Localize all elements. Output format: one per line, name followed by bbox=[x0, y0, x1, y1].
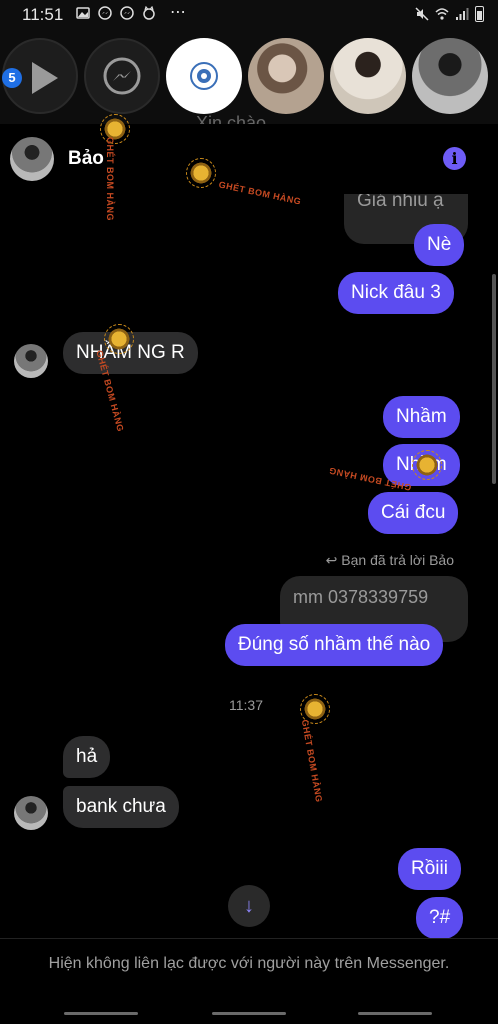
nav-handle bbox=[64, 1012, 138, 1015]
messenger-chat-head[interactable] bbox=[84, 38, 160, 114]
outgoing-message[interactable]: Đúng số nhầm thế nào bbox=[225, 624, 444, 666]
messenger-icon bbox=[103, 57, 141, 95]
reply-arrow-icon: ↩ bbox=[325, 552, 342, 568]
messenger-notification-icon bbox=[120, 6, 134, 20]
nav-handle bbox=[358, 1012, 432, 1015]
arrow-down-icon: ↓ bbox=[244, 895, 254, 917]
contact-avatar[interactable] bbox=[14, 796, 48, 830]
system-icons bbox=[415, 6, 484, 22]
chat-heads-row: 5 bbox=[0, 30, 498, 124]
nav-handle bbox=[212, 1012, 286, 1015]
outgoing-message[interactable]: Rồiii bbox=[398, 848, 461, 890]
reply-note-text: Bạn đã trả lời Bảo bbox=[341, 552, 454, 568]
contact-avatar[interactable] bbox=[10, 137, 54, 181]
play-icon bbox=[32, 62, 58, 94]
status-time: 11:51 bbox=[22, 5, 64, 24]
contact-chat-head[interactable] bbox=[248, 38, 324, 114]
scrollbar[interactable] bbox=[492, 274, 496, 484]
message-timestamp: 11:37 bbox=[229, 697, 263, 713]
notification-icons: ⋯ bbox=[76, 4, 186, 21]
outgoing-message[interactable]: Nè bbox=[414, 224, 465, 266]
incoming-message[interactable]: bank chưa bbox=[63, 786, 179, 828]
brand-chat-head[interactable] bbox=[166, 38, 242, 114]
chat-header: Bảo i bbox=[0, 124, 498, 194]
unread-badge: 5 bbox=[2, 68, 22, 88]
outgoing-message[interactable]: Nhầm bbox=[383, 444, 460, 486]
contact-chat-head[interactable] bbox=[330, 38, 406, 114]
messenger-notification-icon bbox=[98, 6, 112, 20]
brand-logo-icon bbox=[190, 62, 218, 90]
outgoing-message[interactable]: Nick đâu 3 bbox=[338, 272, 454, 314]
footer-notice: Hiện không liên lạc được với người này t… bbox=[0, 938, 498, 1004]
outgoing-message[interactable]: ?# bbox=[416, 897, 464, 939]
incoming-message[interactable]: NHẦM NG R bbox=[63, 332, 198, 374]
reply-note: ↩ Bạn đã trả lời Bảo bbox=[326, 552, 454, 569]
image-icon bbox=[76, 7, 90, 19]
chat-panel: Bảo i Giá nhiu ạ Nè Nick đâu 3 NHẦM NG R… bbox=[0, 124, 498, 1024]
face-notification-icon bbox=[143, 6, 155, 20]
outgoing-message[interactable]: Cái đcu bbox=[368, 492, 459, 534]
scroll-down-button[interactable]: ↓ bbox=[228, 885, 270, 927]
signal-icon bbox=[456, 8, 469, 20]
navigation-bar bbox=[0, 1004, 498, 1024]
wifi-icon bbox=[435, 8, 449, 20]
contact-name[interactable]: Bảo bbox=[68, 148, 104, 170]
incoming-message[interactable]: hả bbox=[63, 736, 111, 778]
info-icon[interactable]: i bbox=[443, 147, 466, 170]
outgoing-message[interactable]: Nhầm bbox=[383, 396, 460, 438]
more-dots-icon: ⋯ bbox=[170, 4, 186, 21]
battery-icon bbox=[475, 6, 484, 22]
contact-chat-head[interactable] bbox=[412, 38, 488, 114]
contact-avatar[interactable] bbox=[14, 344, 48, 378]
mute-icon bbox=[415, 7, 429, 21]
status-bar: 11:51 ⋯ bbox=[0, 0, 498, 30]
unavailable-notice: Hiện không liên lạc được với người này t… bbox=[48, 955, 450, 972]
